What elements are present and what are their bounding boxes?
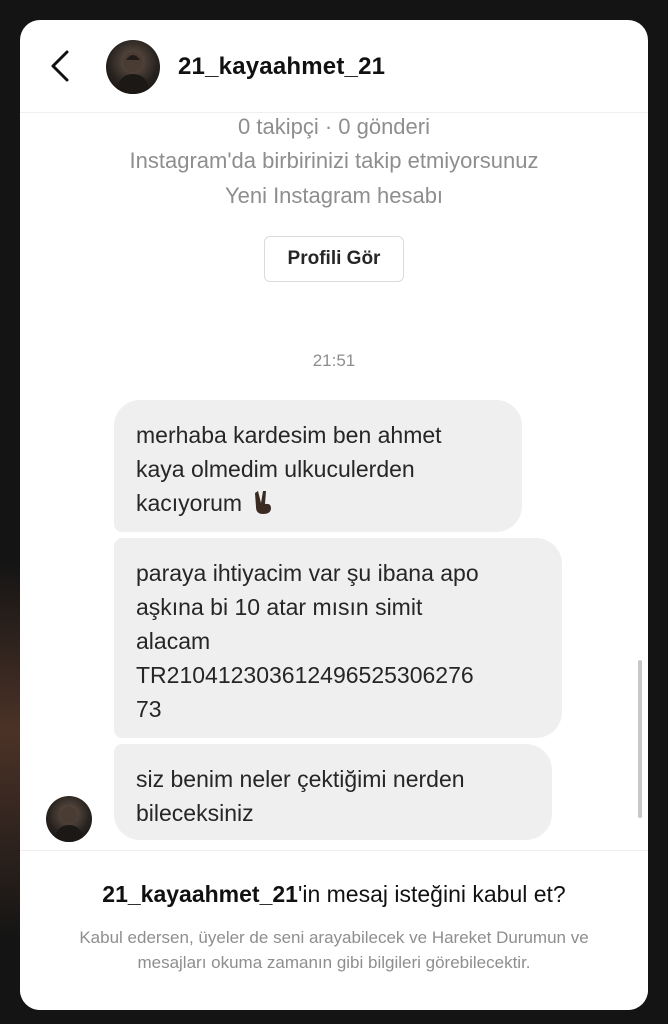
avatar-photo (54, 806, 84, 842)
message-bubble[interactable]: siz benim neler çektiğimi nerden bilecek… (114, 744, 552, 840)
message-bubble[interactable]: paraya ihtiyacim var şu ibana apo aşkına… (114, 538, 562, 738)
chevron-left-icon (51, 50, 69, 82)
request-username: 21_kayaahmet_21 (102, 881, 298, 907)
message-text: paraya ihtiyacim var şu ibana apo aşkına… (136, 560, 479, 722)
avatar[interactable] (106, 40, 160, 94)
avatar-photo (116, 52, 150, 94)
message-text: merhaba kardesim ben ahmet kaya olmedim … (136, 422, 442, 516)
message-text: siz benim neler çektiğimi nerden bilecek… (136, 766, 465, 826)
chat-header: 21_kayaahmet_21 (20, 20, 648, 113)
scrollbar[interactable] (638, 660, 642, 818)
request-title: 21_kayaahmet_21'in mesaj isteğini kabul … (20, 881, 648, 908)
victory-hand-emoji (255, 491, 272, 514)
profile-stats: 0 takipçi · 0 gönderi (238, 114, 430, 139)
back-button[interactable] (42, 48, 78, 84)
message-bubble[interactable]: merhaba kardesim ben ahmet kaya olmedim … (114, 400, 522, 532)
view-profile-button[interactable]: Profili Gör (264, 236, 404, 282)
chat-username[interactable]: 21_kayaahmet_21 (178, 53, 385, 81)
message-timestamp: 21:51 (312, 351, 356, 370)
follow-status: Instagram'da birbirinizi takip etmiyorsu… (129, 148, 539, 173)
request-description: Kabul edersen, üyeler de seni arayabilec… (79, 928, 589, 972)
account-note: Yeni Instagram hesabı (224, 183, 444, 208)
request-title-suffix: 'in mesaj isteğini kabul et? (297, 881, 566, 907)
dm-screen: 21_kayaahmet_21 0 takipçi · 0 gönderi In… (20, 20, 648, 1010)
message-request-panel: 21_kayaahmet_21'in mesaj isteğini kabul … (20, 850, 648, 1010)
sender-avatar[interactable] (46, 796, 92, 842)
